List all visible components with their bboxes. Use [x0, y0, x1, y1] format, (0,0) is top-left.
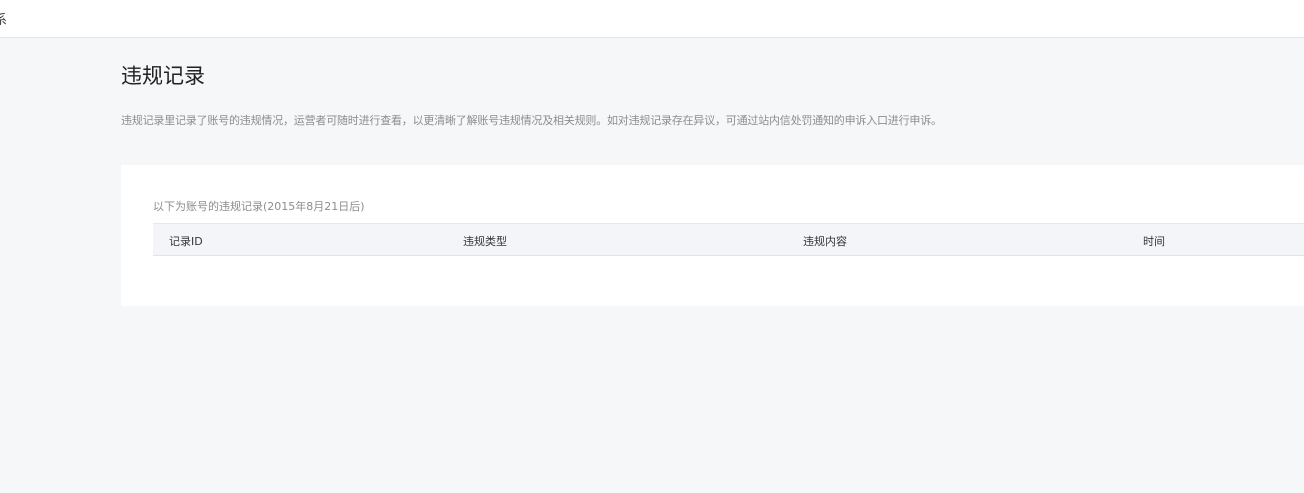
column-header-time: 时间: [1143, 235, 1165, 248]
records-table-header: 记录ID 违规类型 违规内容 时间: [153, 223, 1304, 256]
column-header-violation-content: 违规内容: [803, 235, 847, 248]
column-header-violation-type: 违规类型: [463, 235, 507, 248]
page-description: 违规记录里记录了账号的违规情况，运营者可随时进行查看，以更清晰了解账号违规情况及…: [121, 114, 942, 127]
records-card: 以下为账号的违规记录(2015年8月21日后) 记录ID 违规类型 违规内容 时…: [121, 165, 1304, 306]
top-bar: 系: [0, 0, 1304, 38]
records-subtitle: 以下为账号的违规记录(2015年8月21日后): [153, 200, 365, 213]
page-title: 违规记录: [121, 64, 205, 88]
column-header-record-id: 记录ID: [169, 235, 203, 248]
top-bar-text: 系: [0, 13, 8, 28]
